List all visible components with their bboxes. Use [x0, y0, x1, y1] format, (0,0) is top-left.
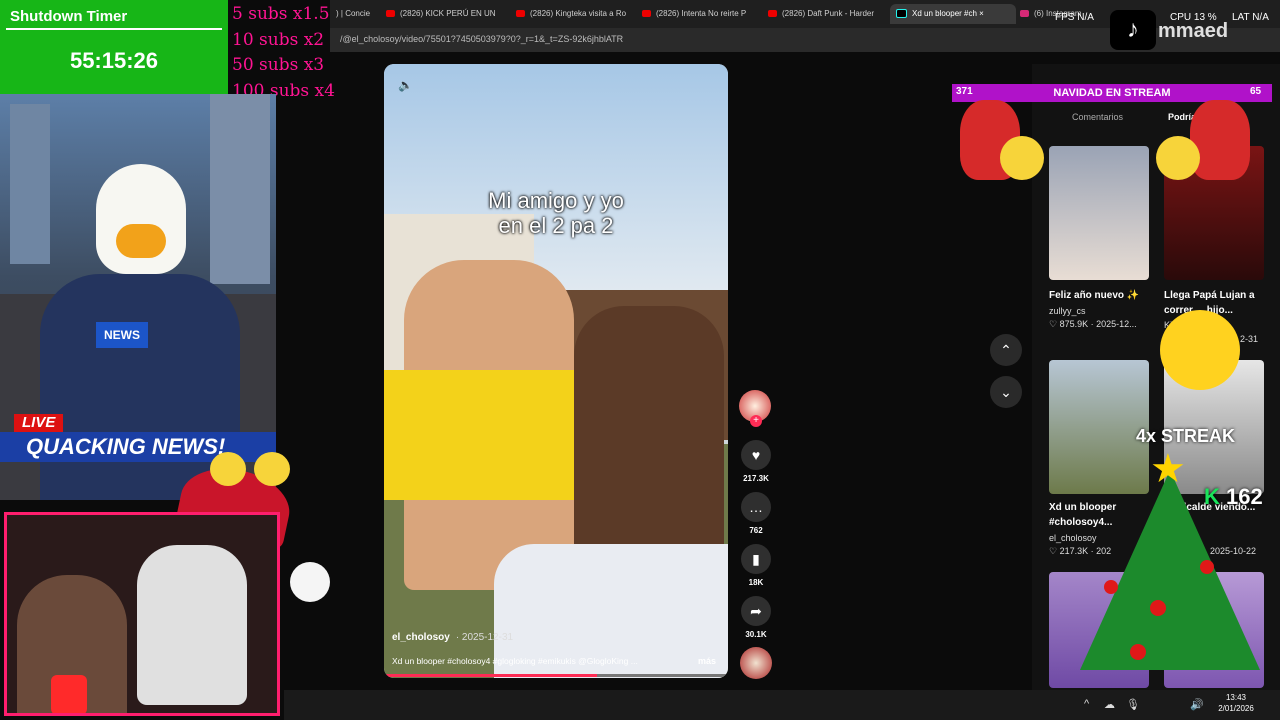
related-meta: ♡ 875.9K · 2025-12...	[1049, 319, 1137, 329]
comment-count: 762	[749, 526, 763, 535]
volume-icon[interactable]: 🔈	[398, 78, 413, 92]
cpu-readout: CPU 13 %	[1170, 12, 1217, 23]
system-clock[interactable]: 13:43 2/01/2026	[1212, 692, 1260, 714]
share-count: 30.1K	[745, 630, 767, 639]
video-progress-bar[interactable]	[384, 674, 728, 677]
caption-line: Mi amigo y yo	[488, 188, 624, 213]
tab-label: ) | Concie	[336, 9, 371, 18]
tab-1[interactable]: ) | Concie	[336, 4, 376, 24]
kick-counter: K 162	[1204, 484, 1263, 510]
related-thumbnail[interactable]	[1049, 146, 1149, 280]
duck-sticker	[1156, 136, 1200, 180]
building-shape	[10, 104, 50, 264]
url-text[interactable]: /@el_cholosoy/video/75501?7450503979?0?_…	[340, 34, 623, 44]
youtube-icon	[386, 10, 395, 18]
more-link[interactable]: más	[698, 656, 716, 666]
timer-title: Shutdown Timer	[10, 8, 128, 25]
bookmark-icon[interactable]: ▮	[741, 544, 771, 574]
kick-logo-icon: K	[1204, 484, 1220, 509]
laughing-duck-sticker	[1160, 310, 1240, 390]
subs-rule: 10 subs x2	[232, 30, 325, 50]
youtube-icon	[642, 10, 651, 18]
share-icon[interactable]: ➦	[741, 596, 771, 626]
clock-date: 2/01/2026	[1218, 704, 1254, 713]
duck-sticker	[210, 452, 246, 486]
tiktok-tab-icon	[896, 9, 907, 19]
related-user[interactable]: zullyy_cs	[1049, 306, 1086, 316]
news-mic: NEWS	[96, 322, 148, 348]
fps-readout: FPS N/A	[1055, 12, 1094, 23]
timer-divider	[6, 28, 222, 30]
tray-chevron-icon[interactable]: ^	[1084, 698, 1089, 710]
related-meta: 2-31	[1240, 334, 1259, 344]
building-shape	[210, 94, 270, 284]
tab-comments[interactable]: Comentarios	[1072, 112, 1123, 122]
timer-value: 55:15:26	[69, 48, 159, 73]
ornament-shape	[1200, 560, 1214, 574]
save-count: 18K	[748, 578, 764, 587]
tab-3[interactable]: (2826) Kingteka visita a Ro	[516, 4, 630, 24]
clock-time: 13:43	[1225, 693, 1247, 702]
ornament-shape	[1150, 600, 1166, 616]
live-badge: LIVE	[14, 414, 64, 432]
like-count: 217.3K	[743, 474, 769, 483]
tab-2[interactable]: (2826) KICK PERÚ EN UN	[386, 4, 506, 24]
onedrive-icon[interactable]: ☁	[1104, 698, 1115, 711]
tab-5[interactable]: (2826) Daft Punk - Harder	[768, 4, 880, 24]
follow-plus-icon[interactable]: +	[750, 415, 762, 427]
tiktok-video-player[interactable]: 🔈 Mi amigo y yo en el 2 pa 2 el_cholosoy…	[384, 64, 728, 678]
streak-counter: 4x STREAK	[1136, 426, 1236, 446]
next-video-button[interactable]: ⌄	[990, 376, 1022, 408]
tab-4[interactable]: (2826) Intenta No reirte P	[642, 4, 758, 24]
video-date: · 2025-12-31	[455, 632, 514, 643]
comment-icon[interactable]: …	[741, 492, 771, 522]
latency-readout: LAT N/A	[1232, 12, 1269, 23]
tab-label: (2826) Intenta No reirte P	[656, 9, 747, 18]
close-tab-icon[interactable]: ×	[979, 9, 984, 18]
duck-sticker	[1000, 136, 1044, 180]
santa-duck-sticker	[1190, 100, 1250, 180]
tab-label: (2826) Daft Punk - Harder	[782, 9, 875, 18]
chair-shape	[137, 545, 247, 705]
navidad-count-left: 371	[956, 86, 973, 97]
brasil-shirt	[384, 370, 574, 500]
tab-label: Xd un blooper #ch	[912, 9, 977, 18]
subs-rule: 50 subs x3	[232, 55, 325, 75]
subs-rule: 5 subs x1.5	[232, 4, 330, 24]
video-progress-fill	[384, 674, 598, 677]
kick-count: 162	[1226, 484, 1263, 509]
video-caption: Mi amigo y yo en el 2 pa 2	[384, 188, 728, 238]
navidad-count-right: 65	[1250, 86, 1262, 97]
instagram-icon	[1020, 10, 1029, 18]
comment-action[interactable]: … 762	[740, 492, 772, 535]
ornament-shape	[1104, 580, 1118, 594]
share-action[interactable]: ➦ 30.1K	[740, 596, 772, 639]
music-disc-icon[interactable]	[740, 647, 772, 679]
duck-beak	[116, 224, 166, 258]
microphone-icon[interactable]: 🎙	[1126, 698, 1140, 711]
author-name[interactable]: el_cholosoy	[392, 632, 450, 643]
tab-label: (2826) Kingteka visita a Ro	[530, 9, 627, 18]
video-description: Xd un blooper #cholosoy4 #glogloking #em…	[392, 656, 638, 666]
santa-hat-pompom	[290, 562, 330, 602]
youtube-icon	[768, 10, 777, 18]
speaker-icon[interactable]: 🔊	[1190, 698, 1204, 711]
previous-video-button[interactable]: ⌃	[990, 334, 1022, 366]
tab-label: (2826) KICK PERÚ EN UN	[400, 9, 496, 18]
related-title[interactable]: Feliz año nuevo ✨	[1049, 288, 1154, 303]
webcam-feed	[4, 512, 280, 716]
tree-star-icon: ★	[1150, 447, 1186, 491]
like-action[interactable]: ♥ 217.3K	[740, 440, 772, 483]
video-author[interactable]: el_cholosoy · 2025-12-31	[392, 632, 513, 643]
ornament-shape	[1130, 644, 1146, 660]
youtube-icon	[516, 10, 525, 18]
heart-icon[interactable]: ♥	[741, 440, 771, 470]
caption-line: en el 2 pa 2	[498, 213, 614, 238]
duck-sticker	[254, 452, 290, 486]
save-action[interactable]: ▮ 18K	[740, 544, 772, 587]
cup-shape	[51, 675, 87, 713]
tab-6-active[interactable]: Xd un blooper #ch ×	[890, 4, 1016, 24]
tiktok-logo-icon: ♪	[1110, 10, 1156, 50]
channel-name: mmaed	[1158, 20, 1229, 42]
